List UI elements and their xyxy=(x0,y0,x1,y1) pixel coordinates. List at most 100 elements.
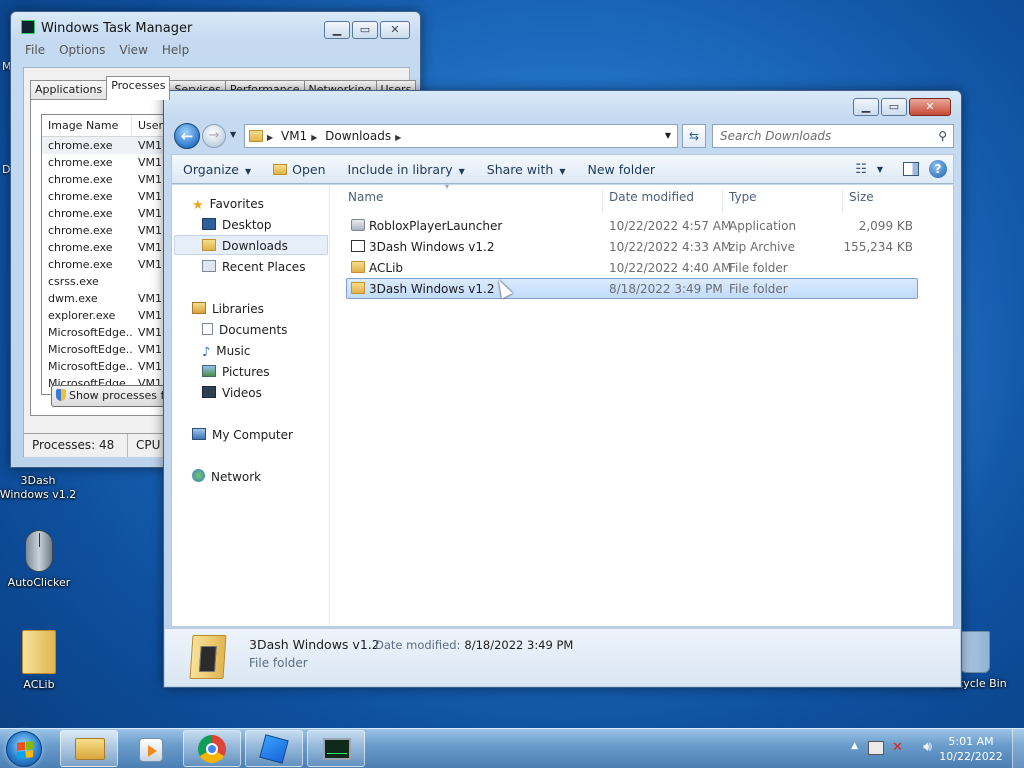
breadcrumb-arrow-icon[interactable]: ▶ xyxy=(395,133,401,142)
clock[interactable]: 5:01 AM 10/22/2022 xyxy=(936,734,1006,764)
column-date-modified[interactable]: Date modified xyxy=(609,190,694,204)
taskbar-media-player[interactable] xyxy=(122,730,180,767)
file-list[interactable]: Name ▾ Date modified Type Size RobloxPla… xyxy=(330,182,953,626)
search-input[interactable]: Search Downloads ⚲ xyxy=(712,124,954,148)
chevron-down-icon[interactable]: ▼ xyxy=(871,165,893,174)
process-image-name: chrome.exe xyxy=(48,207,113,220)
nav-my-computer[interactable]: My Computer xyxy=(192,425,293,445)
column-headers: Name ▾ Date modified Type Size xyxy=(330,182,953,212)
help-icon[interactable]: ? xyxy=(929,160,947,178)
refresh-icon[interactable]: ⇆ xyxy=(682,124,706,148)
view-options-icon[interactable]: ☷ xyxy=(851,162,871,177)
navigation-row: ← → ▼ ▶ VM1 ▶ Downloads ▶ ▼ ⇆ Search Downl… xyxy=(172,123,954,149)
videos-icon xyxy=(202,386,216,398)
explorer-window[interactable]: ▁ ▭ ✕ ← → ▼ ▶ VM1 ▶ Downloads ▶ ▼ ⇆ Search… xyxy=(163,90,962,688)
desktop-icon-3dash[interactable]: 3Dash Windows v1.2 xyxy=(0,474,78,502)
maximize-button[interactable]: ▭ xyxy=(352,21,378,39)
menu-help[interactable]: Help xyxy=(162,43,189,57)
nav-downloads[interactable]: Downloads xyxy=(174,235,328,255)
pictures-icon xyxy=(202,365,216,377)
new-folder-button[interactable]: New folder xyxy=(577,162,667,177)
tray-network-warning-icon[interactable]: ✕ xyxy=(892,740,908,756)
nav-documents[interactable]: Documents xyxy=(202,320,287,340)
nav-label: Favorites xyxy=(209,197,264,211)
taskbar-roblox[interactable] xyxy=(245,730,303,767)
file-row[interactable]: 3Dash Windows v1.2 8/18/2022 3:49 PM File … xyxy=(346,278,918,299)
windows-logo-icon xyxy=(17,741,33,759)
address-bar[interactable]: ▶ VM1 ▶ Downloads ▶ ▼ xyxy=(244,124,678,148)
open-button[interactable]: Open xyxy=(262,162,336,177)
column-type[interactable]: Type xyxy=(729,190,757,204)
libraries-icon xyxy=(192,302,206,314)
minimize-button[interactable]: ▁ xyxy=(324,21,350,39)
file-row[interactable]: ACLib 10/22/2022 4:40 AM File folder xyxy=(346,257,918,278)
recycle-bin-icon xyxy=(960,631,990,673)
nav-recent-places[interactable]: Recent Places xyxy=(202,257,305,277)
nav-label: My Computer xyxy=(212,428,293,442)
menu-view[interactable]: View xyxy=(119,43,147,57)
nav-pictures[interactable]: Pictures xyxy=(202,362,270,382)
desktop-icon-aclib[interactable]: ACLib xyxy=(0,630,79,691)
recent-pages-dropdown-icon[interactable]: ▼ xyxy=(230,130,236,139)
taskbar-explorer[interactable] xyxy=(60,730,118,767)
show-desktop-button[interactable] xyxy=(1012,729,1024,768)
preview-pane-icon[interactable] xyxy=(903,162,919,176)
task-manager-title: Windows Task Manager xyxy=(41,21,193,36)
process-user: VM1 xyxy=(138,139,163,152)
volume-icon[interactable]: 🔊︎ xyxy=(923,739,932,755)
file-row[interactable]: 3Dash Windows v1.2 10/22/2022 4:33 AM zip … xyxy=(346,236,918,257)
column-divider[interactable] xyxy=(842,190,843,212)
taskbar-chrome[interactable] xyxy=(183,730,241,767)
nav-label: Downloads xyxy=(222,239,288,253)
nav-desktop[interactable]: Desktop xyxy=(202,215,272,235)
recent-places-icon xyxy=(202,260,216,272)
breadcrumb-vm1[interactable]: VM1 xyxy=(277,125,311,147)
process-image-name: chrome.exe xyxy=(48,241,113,254)
breadcrumb-arrow-icon[interactable]: ▶ xyxy=(267,133,273,142)
address-history-dropdown-icon[interactable]: ▼ xyxy=(665,125,671,147)
desktop-icon-autoclicker[interactable]: AutoClicker xyxy=(0,530,79,589)
file-name: 3Dash Windows v1.2 xyxy=(369,282,495,296)
nav-label: Videos xyxy=(222,386,262,400)
column-size[interactable]: Size xyxy=(849,190,874,204)
minimize-button[interactable]: ▁ xyxy=(853,98,879,116)
nav-libraries[interactable]: Libraries xyxy=(192,299,264,319)
column-divider[interactable] xyxy=(602,190,603,212)
tray-device-icon[interactable] xyxy=(868,741,884,755)
search-icon[interactable]: ⚲ xyxy=(938,125,947,147)
column-divider[interactable] xyxy=(722,190,723,212)
documents-icon xyxy=(202,323,213,335)
forward-arrow-icon[interactable]: → xyxy=(202,124,226,148)
maximize-button[interactable]: ▭ xyxy=(881,98,907,116)
include-in-library-button[interactable]: Include in library ▼ xyxy=(337,162,476,177)
close-button[interactable]: ✕ xyxy=(380,21,410,39)
show-hidden-icons-icon[interactable]: ▲ xyxy=(851,741,858,751)
nav-network[interactable]: Network xyxy=(192,467,261,487)
close-button[interactable]: ✕ xyxy=(909,98,951,116)
breadcrumb-downloads[interactable]: Downloads xyxy=(321,125,395,147)
menu-file[interactable]: File xyxy=(25,43,45,57)
organize-button[interactable]: Organize ▼ xyxy=(172,162,262,177)
breadcrumb-arrow-icon[interactable]: ▶ xyxy=(311,133,317,142)
tab-processes[interactable]: Processes xyxy=(106,76,171,100)
process-user: VM1 xyxy=(138,241,163,254)
column-name[interactable]: Name xyxy=(348,190,383,204)
back-arrow-icon[interactable]: ← xyxy=(174,123,200,149)
nav-favorites[interactable]: ★ Favorites xyxy=(192,194,264,214)
file-date: 10/22/2022 4:57 AM xyxy=(609,219,732,233)
explorer-content: ★ Favorites Desktop Downloads Recent Plac… xyxy=(171,182,954,627)
process-image-name: MicrosoftEdge... xyxy=(48,360,132,373)
process-user: VM1 xyxy=(138,343,163,356)
nav-videos[interactable]: Videos xyxy=(202,383,262,403)
taskbar-task-manager[interactable] xyxy=(307,730,365,767)
share-with-button[interactable]: Share with ▼ xyxy=(476,162,577,177)
file-row[interactable]: RobloxPlayerLauncher 10/22/2022 4:57 AM Ap… xyxy=(346,215,918,236)
file-type: zip Archive xyxy=(729,240,795,254)
column-image-name[interactable]: Image Name xyxy=(42,115,132,136)
caption-buttons: ▁ ▭ ✕ xyxy=(851,98,951,116)
file-type: File folder xyxy=(729,261,788,275)
menu-options[interactable]: Options xyxy=(59,43,105,57)
tab-applications[interactable]: Applications xyxy=(30,80,108,100)
start-button[interactable] xyxy=(6,731,42,767)
nav-music[interactable]: ♪ Music xyxy=(202,341,250,361)
